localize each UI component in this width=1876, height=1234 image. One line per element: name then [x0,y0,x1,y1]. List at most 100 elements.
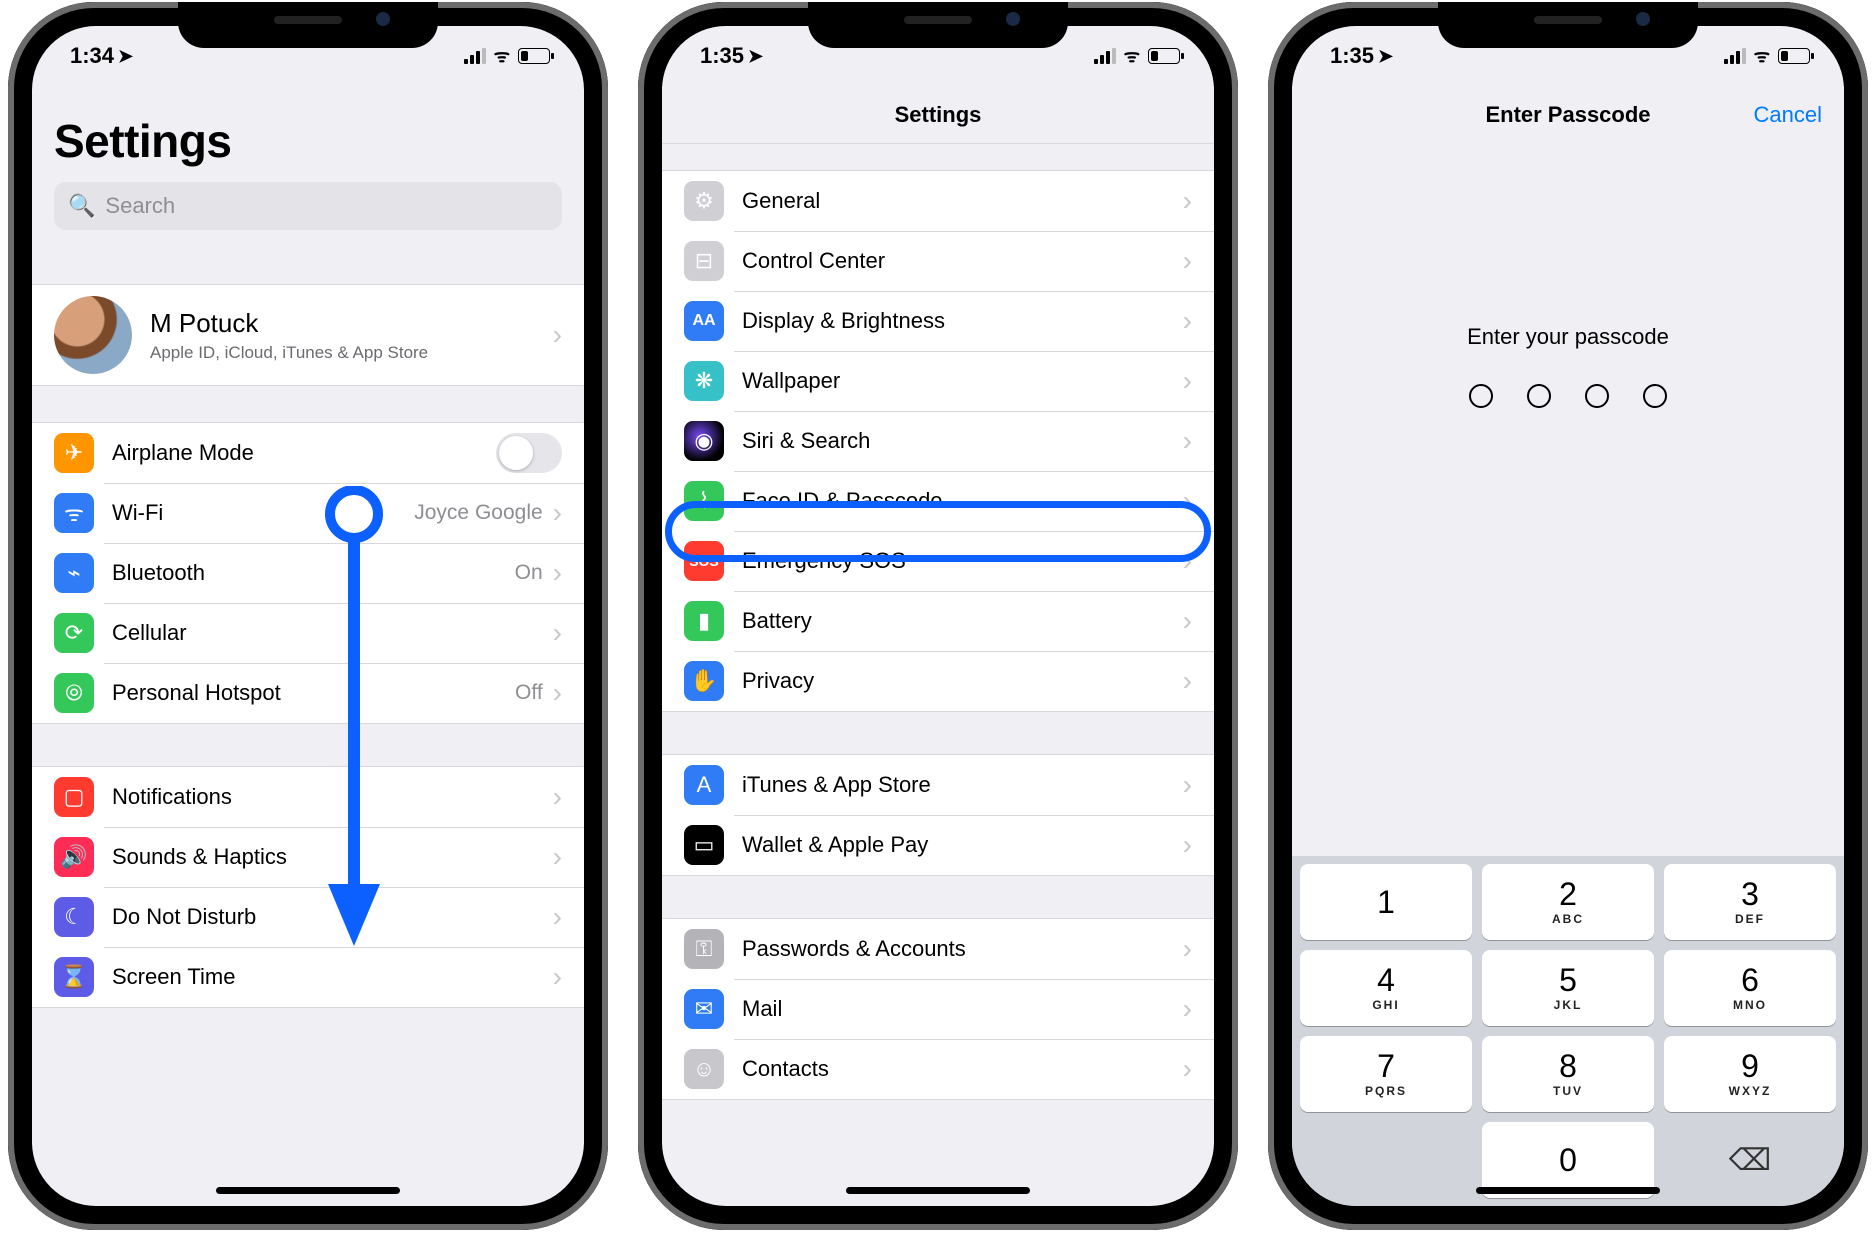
settings-row-passwords-accounts[interactable]: ⚿Passwords & Accounts› [662,919,1214,979]
settings-row-bluetooth[interactable]: ⌁BluetoothOn› [32,543,584,603]
sos-icon: SOS [684,541,724,581]
nav-bar: Settings [662,86,1214,144]
location-services-icon: ➤ [1378,46,1393,67]
toggle-airplane[interactable] [496,433,562,473]
phone-3-enter-passcode: 1:35➤ ᯤ Enter Passcode Cancel Enter your… [1268,2,1868,1230]
row-label: Contacts [742,1056,1183,1082]
row-label: Siri & Search [742,428,1183,454]
row-label: Control Center [742,248,1183,274]
numeric-keypad: 1 2 ABC 3 DEF 4 GHI 5 JKL 6MNO 7PQRS8TUV9WXYZ 0 ⌫ [1292,856,1844,1206]
row-label: Privacy [742,668,1183,694]
settings-row-wallet-apple-pay[interactable]: ▭Wallet & Apple Pay› [662,815,1214,875]
nav-title: Settings [895,102,982,128]
key-number: 5 [1559,964,1577,996]
chevron-right-icon: › [553,679,562,707]
row-label: Mail [742,996,1183,1022]
settings-row-emergency-sos[interactable]: SOSEmergency SOS› [662,531,1214,591]
keypad-4[interactable]: 4 GHI [1300,950,1472,1026]
settings-row-notifications[interactable]: ▢Notifications› [32,767,584,827]
key-letters: DEF [1735,912,1765,926]
row-label: Sounds & Haptics [112,844,553,870]
chevron-right-icon: › [553,321,562,349]
settings-row-contacts[interactable]: ☺Contacts› [662,1039,1214,1099]
settings-row-battery[interactable]: ▮Battery› [662,591,1214,651]
key-number: 9 [1741,1050,1759,1082]
settings-row-itunes-app-store[interactable]: AiTunes & App Store› [662,755,1214,815]
row-label: Screen Time [112,964,553,990]
row-label: Airplane Mode [112,440,496,466]
key-letters: GHI [1372,998,1399,1012]
key-letters: ABC [1552,912,1584,926]
key-number: 3 [1741,878,1759,910]
home-indicator[interactable] [1476,1187,1660,1194]
keypad-8[interactable]: 8TUV [1482,1036,1654,1112]
status-time: 1:34 [70,43,114,69]
phone-1-settings-root: 1:34 ➤ ᯤ Settings 🔍 Search M Potuck Appl… [8,2,608,1230]
privacy-icon: ✋ [684,661,724,701]
keypad-5[interactable]: 5 JKL [1482,950,1654,1026]
keypad-6[interactable]: 6MNO [1664,950,1836,1026]
settings-row-display-brightness[interactable]: AADisplay & Brightness› [662,291,1214,351]
row-detail: Off [515,681,543,705]
settings-row-siri-search[interactable]: ◉ Siri & Search› [662,411,1214,471]
row-label: Bluetooth [112,560,515,586]
keypad-9[interactable]: 9WXYZ [1664,1036,1836,1112]
key-number: 8 [1559,1050,1577,1082]
key-letters: PQRS [1365,1084,1407,1098]
keypad-2[interactable]: 2 ABC [1482,864,1654,940]
settings-row-privacy[interactable]: ✋ Privacy› [662,651,1214,711]
chevron-right-icon: › [553,499,562,527]
settings-row-personal-hotspot[interactable]: ⦾Personal HotspotOff› [32,663,584,723]
key-letters: JKL [1554,998,1583,1012]
settings-row-general[interactable]: ⚙General› [662,171,1214,231]
status-time: 1:35 [1330,43,1374,69]
cellular-signal-icon [1094,48,1116,64]
settings-row-wallpaper[interactable]: ❋Wallpaper› [662,351,1214,411]
settings-row-sounds-haptics[interactable]: 🔊Sounds & Haptics› [32,827,584,887]
chevron-right-icon: › [1183,307,1192,335]
key-number: 2 [1559,878,1577,910]
key-number: 6 [1741,964,1759,996]
row-label: Wi-Fi [112,500,414,526]
passcode-dots [1469,384,1667,408]
row-label: General [742,188,1183,214]
keypad-1[interactable]: 1 [1300,864,1472,940]
row-label: Passwords & Accounts [742,936,1183,962]
row-label: Personal Hotspot [112,680,515,706]
settings-row-cellular[interactable]: ⟳Cellular› [32,603,584,663]
chevron-right-icon: › [553,783,562,811]
display-icon: AA [684,301,724,341]
keypad-3[interactable]: 3 DEF [1664,864,1836,940]
home-indicator[interactable] [216,1187,400,1194]
settings-row-face-id-passcode[interactable]: ⌇Face ID & Passcode› [662,471,1214,531]
settings-row-airplane-mode[interactable]: ✈ Airplane Mode [32,423,584,483]
row-label: Wallet & Apple Pay [742,832,1183,858]
airplane-icon: ✈ [54,433,94,473]
row-label: Cellular [112,620,553,646]
home-indicator[interactable] [846,1187,1030,1194]
key-number: 0 [1559,1144,1577,1176]
cancel-button[interactable]: Cancel [1754,102,1822,128]
chevron-right-icon: › [1183,771,1192,799]
wall-icon: ❋ [684,361,724,401]
settings-row-wi-fi[interactable]: ᯤWi-FiJoyce Google› [32,483,584,543]
search-placeholder: Search [105,193,175,219]
apple-id-row[interactable]: M Potuck Apple ID, iCloud, iTunes & App … [32,285,584,385]
location-services-icon: ➤ [118,46,133,67]
chevron-right-icon: › [1183,667,1192,695]
key-number: 4 [1377,964,1395,996]
settings-row-mail[interactable]: ✉Mail› [662,979,1214,1039]
chevron-right-icon: › [1183,247,1192,275]
keypad-7[interactable]: 7PQRS [1300,1036,1472,1112]
battery-icon [1778,48,1810,64]
settings-row-screen-time[interactable]: ⌛Screen Time› [32,947,584,1007]
dnd-icon: ☾ [54,897,94,937]
row-label: Wallpaper [742,368,1183,394]
settings-row-do-not-disturb[interactable]: ☾Do Not Disturb› [32,887,584,947]
siri-icon: ◉ [684,421,724,461]
keypad-delete[interactable]: ⌫ [1664,1122,1836,1198]
search-input[interactable]: 🔍 Search [54,182,562,230]
settings-row-control-center[interactable]: ⊟Control Center› [662,231,1214,291]
phone-2-settings-scrolled: 1:35➤ ᯤ Settings ⚙General›⊟Control Cente… [638,2,1238,1230]
chevron-right-icon: › [1183,427,1192,455]
